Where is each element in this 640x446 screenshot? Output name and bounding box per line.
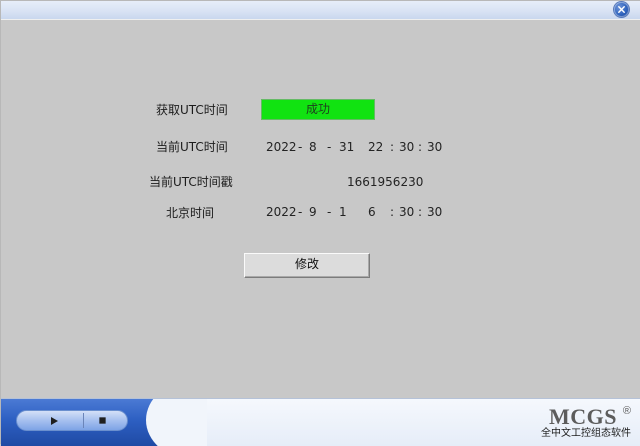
registered-mark: ® [622,405,631,417]
brand-subtitle: 全中文工控组态软件 [541,428,631,439]
utc-hour: 22 [368,140,384,154]
utc-fetch-label: 获取UTC时间 [156,103,228,117]
title-bar [1,1,640,20]
utc-day: 31 [339,140,355,154]
beijing-second: 30 [427,205,443,219]
utc-time-separator-2: : [418,140,423,154]
playback-panel [1,399,207,446]
beijing-year: 2022 [266,205,297,219]
beijing-time-separator-1: : [390,205,395,219]
utc-fetch-status: 成功 [261,99,375,120]
utc-minute: 30 [399,140,415,154]
utc-year: 2022 [266,140,297,154]
stop-icon [99,417,106,424]
beijing-date-separator-2: - [327,205,332,219]
app-window: 获取UTC时间 成功 当前UTC时间 2022 - 8 - 31 22 : 30… [0,0,640,446]
beijing-time-label: 北京时间 [166,206,215,220]
utc-timestamp-value: 1661956230 [347,175,424,189]
utc-second: 30 [427,140,443,154]
beijing-minute: 30 [399,205,415,219]
utc-date-separator-1: - [298,140,303,154]
beijing-day: 1 [339,205,347,219]
bottom-taskbar: MCGS ® 全中文工控组态软件 [1,398,640,446]
brand-logo: MCGS [549,404,617,429]
utc-time-separator-1: : [390,140,395,154]
playback-controls [16,410,128,431]
beijing-hour: 6 [368,205,376,219]
close-icon [618,6,625,13]
stop-button[interactable] [85,413,121,428]
modify-button[interactable]: 修改 [244,253,370,278]
utc-month: 8 [309,140,317,154]
beijing-month: 9 [309,205,317,219]
utc-date-separator-2: - [327,140,332,154]
beijing-date-separator-1: - [298,205,303,219]
utc-timestamp-label: 当前UTC时间戳 [149,175,233,189]
close-button[interactable] [614,2,629,17]
play-button[interactable] [25,413,84,428]
beijing-time-separator-2: : [418,205,423,219]
play-icon [51,417,58,425]
current-utc-label: 当前UTC时间 [156,140,228,154]
main-panel: 获取UTC时间 成功 当前UTC时间 2022 - 8 - 31 22 : 30… [1,19,640,398]
